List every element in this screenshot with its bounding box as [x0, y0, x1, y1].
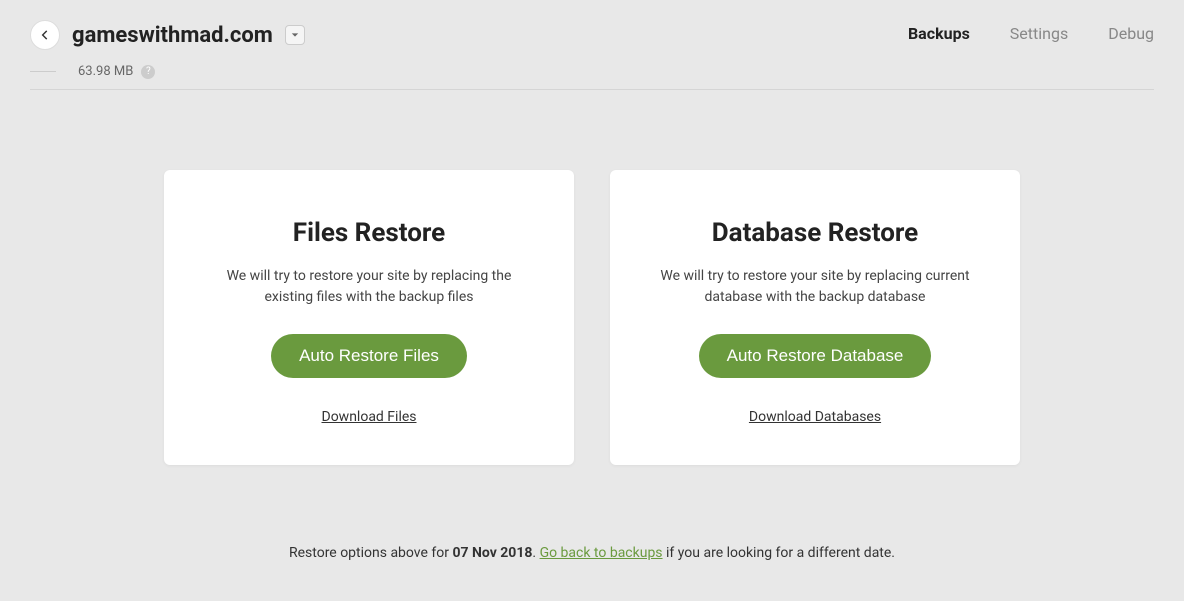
footer-sep: . — [532, 545, 539, 561]
chevron-down-icon — [291, 31, 299, 39]
site-dropdown-toggle[interactable] — [285, 25, 305, 45]
database-restore-card: Database Restore We will try to restore … — [610, 170, 1020, 465]
tab-settings[interactable]: Settings — [1010, 24, 1068, 47]
footer-date: 07 Nov 2018 — [452, 545, 532, 561]
footer-note: Restore options above for 07 Nov 2018. G… — [0, 505, 1184, 601]
nav-tabs: Backups Settings Debug — [908, 24, 1154, 47]
backup-size: 63.98 MB — [78, 64, 133, 79]
download-databases-link[interactable]: Download Databases — [749, 409, 881, 425]
auto-restore-files-button[interactable]: Auto Restore Files — [271, 334, 467, 378]
download-files-link[interactable]: Download Files — [322, 409, 417, 425]
stub-line-icon — [30, 71, 56, 72]
tab-backups[interactable]: Backups — [908, 24, 970, 47]
cards-container: Files Restore We will try to restore you… — [0, 90, 1184, 505]
files-card-desc: We will try to restore your site by repl… — [194, 266, 544, 308]
site-title: gameswithmad.com — [72, 23, 273, 48]
sub-header: 63.98 MB ? — [30, 50, 1154, 90]
files-card-title: Files Restore — [194, 218, 544, 248]
database-card-desc: We will try to restore your site by repl… — [640, 266, 990, 308]
tab-debug[interactable]: Debug — [1108, 24, 1154, 47]
page-header: gameswithmad.com Backups Settings Debug — [0, 0, 1184, 50]
header-left: gameswithmad.com — [30, 20, 305, 50]
back-button[interactable] — [30, 20, 60, 50]
arrow-left-icon — [38, 28, 52, 42]
footer-pre: Restore options above for — [289, 545, 452, 561]
help-icon[interactable]: ? — [141, 65, 155, 79]
go-back-to-backups-link[interactable]: Go back to backups — [540, 545, 663, 561]
footer-post: if you are looking for a different date. — [663, 545, 895, 561]
files-restore-card: Files Restore We will try to restore you… — [164, 170, 574, 465]
auto-restore-database-button[interactable]: Auto Restore Database — [699, 334, 932, 378]
database-card-title: Database Restore — [640, 218, 990, 248]
